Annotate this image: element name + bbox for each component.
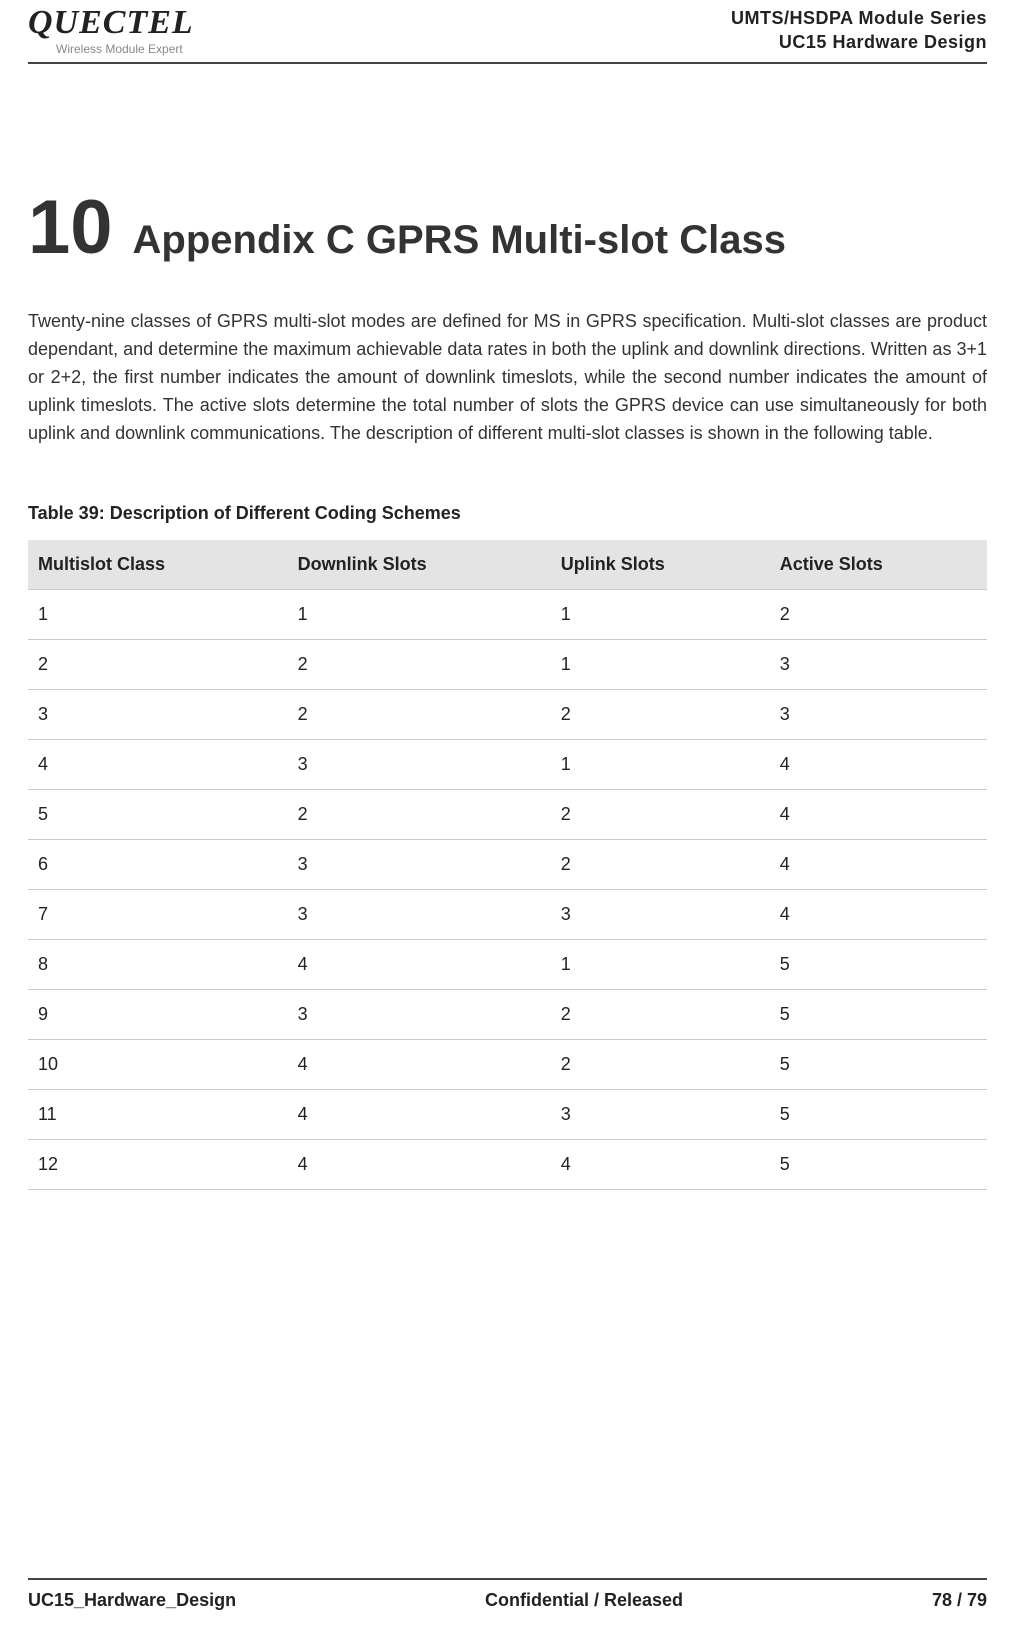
th-active-slots: Active Slots xyxy=(770,540,987,590)
table-cell: 2 xyxy=(770,590,987,640)
table-cell: 2 xyxy=(551,1040,770,1090)
table-cell: 10 xyxy=(28,1040,288,1090)
table-cell: 2 xyxy=(551,990,770,1040)
table-cell: 3 xyxy=(288,890,551,940)
table-cell: 2 xyxy=(288,690,551,740)
table-cell: 4 xyxy=(770,740,987,790)
chapter-title: Appendix C GPRS Multi-slot Class xyxy=(133,218,786,263)
table-row: 3223 xyxy=(28,690,987,740)
table-cell: 3 xyxy=(770,640,987,690)
table-row: 8415 xyxy=(28,940,987,990)
table-row: 12445 xyxy=(28,1140,987,1190)
table-cell: 2 xyxy=(288,790,551,840)
table-header-row: Multislot Class Downlink Slots Uplink Sl… xyxy=(28,540,987,590)
table-cell: 3 xyxy=(28,690,288,740)
table-cell: 4 xyxy=(288,1140,551,1190)
table-cell: 1 xyxy=(28,590,288,640)
table-cell: 2 xyxy=(288,640,551,690)
table-caption: Table 39: Description of Different Codin… xyxy=(28,503,987,524)
table-row: 10425 xyxy=(28,1040,987,1090)
table-cell: 5 xyxy=(770,1040,987,1090)
table-cell: 12 xyxy=(28,1140,288,1190)
footer-center: Confidential / Released xyxy=(485,1590,683,1611)
table-cell: 9 xyxy=(28,990,288,1040)
table-row: 9325 xyxy=(28,990,987,1040)
table-row: 6324 xyxy=(28,840,987,890)
table-cell: 4 xyxy=(288,940,551,990)
header-right: UMTS/HSDPA Module Series UC15 Hardware D… xyxy=(731,6,987,54)
chapter-number: 10 xyxy=(28,184,113,271)
th-multislot-class: Multislot Class xyxy=(28,540,288,590)
table-cell: 5 xyxy=(770,990,987,1040)
table-cell: 3 xyxy=(288,990,551,1040)
table-cell: 3 xyxy=(288,840,551,890)
table-cell: 1 xyxy=(288,590,551,640)
intro-paragraph: Twenty-nine classes of GPRS multi-slot m… xyxy=(28,307,987,447)
table-row: 11435 xyxy=(28,1090,987,1140)
th-downlink-slots: Downlink Slots xyxy=(288,540,551,590)
table-cell: 3 xyxy=(770,690,987,740)
table-row: 1112 xyxy=(28,590,987,640)
table-cell: 2 xyxy=(551,690,770,740)
table-cell: 1 xyxy=(551,640,770,690)
table-cell: 6 xyxy=(28,840,288,890)
table-cell: 4 xyxy=(28,740,288,790)
table-cell: 4 xyxy=(288,1040,551,1090)
page-header: QUECTEL Wireless Module Expert UMTS/HSDP… xyxy=(28,0,987,64)
table-cell: 4 xyxy=(288,1090,551,1140)
table-cell: 11 xyxy=(28,1090,288,1140)
logo-word: QUECTEL xyxy=(28,6,194,40)
table-cell: 5 xyxy=(28,790,288,840)
th-uplink-slots: Uplink Slots xyxy=(551,540,770,590)
table-cell: 2 xyxy=(28,640,288,690)
table-row: 2213 xyxy=(28,640,987,690)
table-cell: 7 xyxy=(28,890,288,940)
table-cell: 4 xyxy=(770,890,987,940)
logo: QUECTEL Wireless Module Expert xyxy=(28,6,194,56)
header-line2: UC15 Hardware Design xyxy=(731,30,987,54)
footer-right: 78 / 79 xyxy=(932,1590,987,1611)
chapter-heading: 10 Appendix C GPRS Multi-slot Class xyxy=(28,184,987,271)
table-cell: 1 xyxy=(551,590,770,640)
table-cell: 3 xyxy=(288,740,551,790)
page-footer: UC15_Hardware_Design Confidential / Rele… xyxy=(28,1578,987,1611)
table-row: 7334 xyxy=(28,890,987,940)
table-cell: 1 xyxy=(551,940,770,990)
table-cell: 8 xyxy=(28,940,288,990)
table-cell: 5 xyxy=(770,1090,987,1140)
logo-subtitle: Wireless Module Expert xyxy=(56,42,194,56)
header-line1: UMTS/HSDPA Module Series xyxy=(731,6,987,30)
table-cell: 2 xyxy=(551,840,770,890)
table-cell: 4 xyxy=(770,790,987,840)
table-cell: 5 xyxy=(770,940,987,990)
table-cell: 2 xyxy=(551,790,770,840)
table-cell: 3 xyxy=(551,1090,770,1140)
table-cell: 4 xyxy=(551,1140,770,1190)
multislot-table: Multislot Class Downlink Slots Uplink Sl… xyxy=(28,540,987,1190)
table-cell: 3 xyxy=(551,890,770,940)
table-cell: 4 xyxy=(770,840,987,890)
table-row: 5224 xyxy=(28,790,987,840)
footer-left: UC15_Hardware_Design xyxy=(28,1590,236,1611)
table-cell: 1 xyxy=(551,740,770,790)
table-row: 4314 xyxy=(28,740,987,790)
table-cell: 5 xyxy=(770,1140,987,1190)
